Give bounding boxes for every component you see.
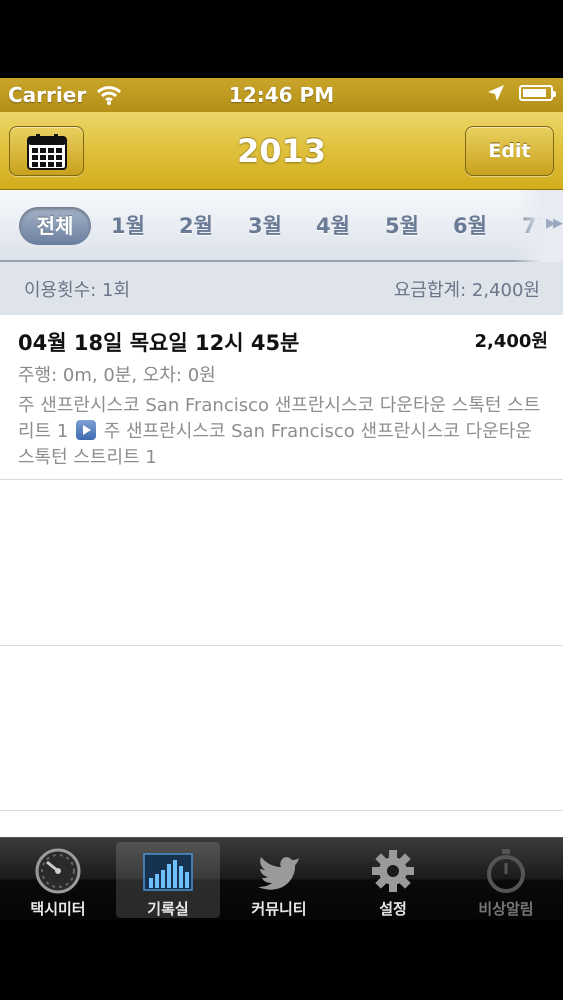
navigation-bar: 2013 Edit — [0, 112, 563, 190]
tab-settings[interactable]: 설정 — [341, 842, 445, 918]
month-tab-5[interactable]: 5월 — [385, 207, 419, 245]
month-tab-all[interactable]: 전체 — [19, 207, 91, 245]
row-divider — [0, 645, 563, 646]
record-drive-info: 주행: 0m, 0분, 오차: 0원 — [18, 365, 216, 386]
top-letterbox — [0, 0, 563, 78]
bottom-letterbox — [0, 920, 563, 1000]
list-item[interactable]: 04월 18일 목요일 12시 45분 2,400원 주행: 0m, 0분, 오… — [0, 315, 563, 480]
tab-records[interactable]: 기록실 — [116, 842, 220, 918]
scroll-right-icon[interactable]: ▶▶ — [546, 216, 563, 231]
stopwatch-icon — [487, 849, 525, 893]
bar-chart-icon — [143, 853, 193, 891]
battery-fill — [523, 89, 546, 97]
month-tab-4[interactable]: 4월 — [316, 207, 350, 245]
record-date: 04월 18일 목요일 12시 45분 — [18, 331, 300, 355]
tab-label: 커뮤니티 — [251, 900, 307, 918]
month-tab-1[interactable]: 1월 — [111, 207, 145, 245]
battery-icon — [519, 85, 556, 101]
record-list: 04월 18일 목요일 12시 45분 2,400원 주행: 0m, 0분, 오… — [0, 315, 563, 837]
month-tab-2[interactable]: 2월 — [179, 207, 213, 245]
tab-taximeter[interactable]: 택시미터 — [6, 842, 110, 918]
row-divider — [0, 810, 563, 811]
location-arrow-icon — [488, 85, 504, 101]
tab-label: 기록실 — [147, 900, 189, 918]
status-right — [487, 84, 556, 102]
month-tab-6[interactable]: 6월 — [453, 207, 487, 245]
edit-button[interactable]: Edit — [465, 126, 554, 176]
tab-label: 택시미터 — [30, 900, 86, 918]
tab-emergency-alert[interactable]: 비상알림 — [454, 842, 558, 918]
record-route: 주 샌프란시스코 San Francisco 샌프란시스코 다운타운 스톡턴 스… — [18, 393, 548, 471]
month-tab-3[interactable]: 3월 — [248, 207, 282, 245]
month-selector: 전체 1월 2월 3월 4월 5월 6월 7월 ▶▶ — [0, 190, 563, 262]
status-time: 12:46 PM — [228, 83, 335, 107]
summary-bar: 이용횟수: 1회 요금합계: 2,400원 — [0, 262, 563, 315]
tab-label: 설정 — [379, 900, 407, 918]
status-bar: Carrier 12:46 PM — [0, 78, 563, 112]
gear-icon — [372, 850, 414, 892]
tab-community[interactable]: 커뮤니티 — [227, 842, 331, 918]
arrow-right-icon — [76, 420, 97, 440]
tab-bar: 택시미터 기록실 커뮤니티 설정 비상알림 — [0, 837, 563, 920]
speedometer-icon — [35, 848, 81, 894]
month-scroll[interactable]: 전체 1월 2월 3월 4월 5월 6월 7월 ▶▶ — [0, 190, 563, 262]
fare-total: 요금합계: 2,400원 — [393, 280, 540, 301]
tab-label: 비상알림 — [478, 900, 534, 918]
bird-icon — [258, 857, 299, 890]
record-fare: 2,400원 — [474, 331, 549, 352]
usage-count: 이용횟수: 1회 — [24, 280, 131, 301]
